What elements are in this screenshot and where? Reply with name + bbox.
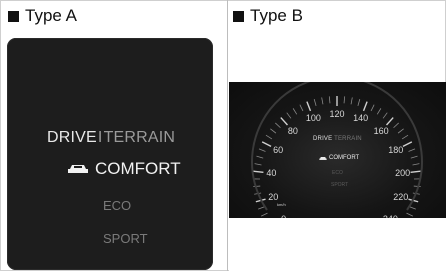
column-divider	[227, 0, 228, 271]
speed-tick-label: 140	[353, 113, 369, 124]
speed-tick-label: 100	[305, 113, 321, 124]
speed-minor-tick	[409, 206, 416, 210]
cluster-eco-mode-label: ECO	[332, 170, 343, 176]
speed-tick-label: 80	[287, 125, 298, 136]
speed-minor-tick	[350, 97, 353, 105]
separator: I	[97, 129, 103, 146]
speed-minor-tick	[313, 99, 317, 106]
cluster-drive-label: DRIVE	[313, 136, 333, 142]
type-b-cluster: 020406080100120140160180200220240 DRIVE …	[229, 82, 446, 218]
cluster-selected-mode-label: COMFORT	[329, 155, 360, 161]
speed-minor-tick	[270, 128, 277, 134]
speed-tick-label: 120	[329, 109, 345, 119]
terrain-label: TERRAIN	[103, 129, 176, 146]
speed-minor-tick	[397, 128, 404, 134]
speed-tick-label: 40	[266, 168, 277, 179]
vehicle-icon	[319, 156, 327, 160]
speed-minor-tick	[410, 155, 418, 159]
speed-major-tick	[280, 117, 289, 126]
speed-minor-tick	[343, 96, 346, 104]
speed-major-tick	[253, 170, 264, 173]
speed-major-tick	[362, 101, 368, 112]
speed-major-tick	[410, 170, 421, 173]
speed-tick-label: 160	[373, 125, 389, 136]
eco-mode-label: ECO	[103, 198, 132, 213]
type-b-header: Type B	[233, 6, 303, 26]
speed-minor-tick	[413, 185, 421, 187]
speed-tick-label: 180	[388, 145, 404, 156]
cluster-terrain-label: TERRAIN	[334, 136, 362, 142]
speed-minor-tick	[299, 104, 304, 112]
speed-tick-label: 200	[395, 168, 411, 179]
speed-minor-tick	[275, 122, 281, 129]
speed-minor-tick	[401, 134, 409, 140]
black-square-icon	[8, 10, 19, 22]
cluster-drive-terrain-title: DRIVE TERRAIN	[313, 136, 362, 142]
selected-mode-label: COMFORT	[95, 159, 181, 178]
speed-minor-tick	[258, 148, 266, 152]
speed-minor-tick	[321, 97, 324, 105]
speed-minor-tick	[328, 96, 331, 104]
speed-minor-tick	[261, 212, 268, 217]
sport-mode-label: SPORT	[103, 231, 148, 246]
type-a-header-label: Type A	[25, 6, 77, 25]
speed-minor-tick	[253, 185, 261, 187]
speed-minor-tick	[393, 122, 399, 129]
speed-minor-tick	[292, 108, 298, 115]
speed-unit-label: km/h	[277, 202, 286, 207]
speed-minor-tick	[370, 104, 375, 112]
speed-tick-label: 60	[273, 145, 284, 156]
cluster-sport-mode-label: SPORT	[331, 182, 349, 188]
speed-minor-tick	[406, 212, 413, 217]
speed-minor-tick	[254, 163, 262, 166]
speed-minor-tick	[357, 99, 361, 106]
speed-tick-label: 220	[393, 192, 409, 203]
type-a-display: DRIVEITERRAIN COMFORT ECO SPORT	[7, 38, 213, 270]
speed-minor-tick	[408, 148, 416, 152]
speed-major-tick	[402, 141, 413, 148]
selected-mode-row: COMFORT	[67, 159, 181, 179]
speed-minor-tick	[258, 206, 265, 210]
cluster-selected-mode-row: COMFORT	[319, 155, 359, 161]
speed-minor-tick	[286, 112, 292, 119]
drive-label: DRIVE	[47, 129, 97, 146]
speed-major-tick	[261, 141, 272, 148]
type-b-blank-area	[229, 218, 446, 271]
speedometer-gauge	[251, 82, 423, 217]
speed-minor-tick	[376, 108, 382, 115]
speed-minor-tick	[412, 163, 420, 166]
type-a-header: Type A	[8, 6, 77, 26]
vehicle-icon	[68, 165, 88, 173]
speed-major-tick	[306, 101, 312, 112]
black-square-icon	[233, 10, 244, 22]
speed-minor-tick	[256, 155, 264, 159]
speed-minor-tick	[382, 112, 388, 119]
speed-tick-label: 20	[268, 192, 279, 203]
speed-minor-tick	[265, 134, 273, 140]
drive-terrain-title: DRIVEITERRAIN	[47, 129, 197, 147]
type-b-header-label: Type B	[250, 6, 303, 25]
speed-major-tick	[385, 117, 394, 126]
